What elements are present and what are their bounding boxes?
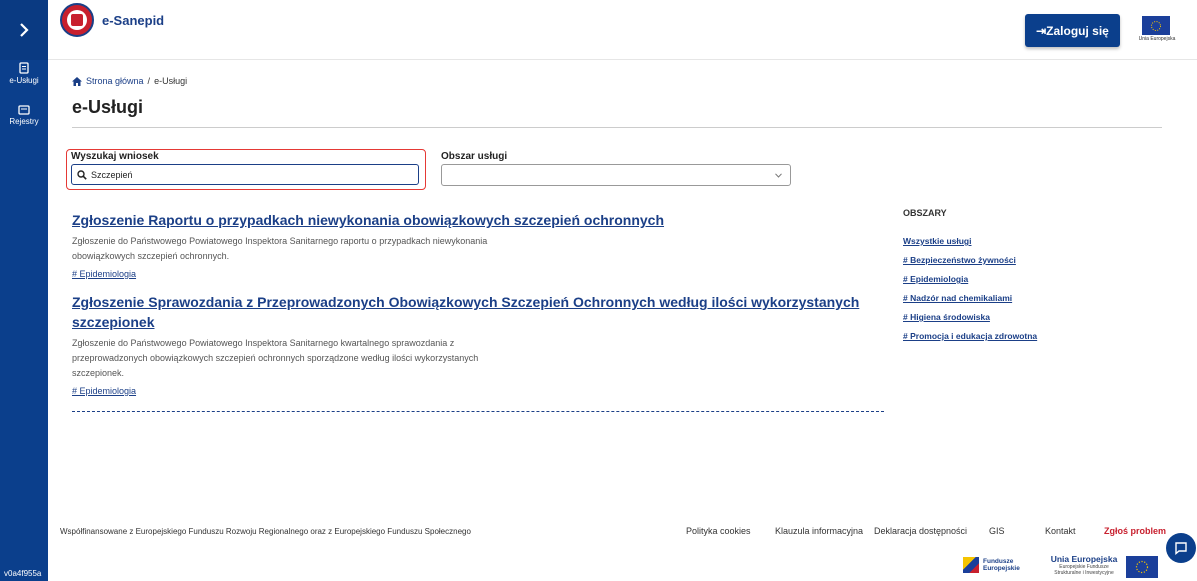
area-link-all[interactable]: Wszystkie usługi	[903, 232, 1103, 251]
sidebar-item-e-uslugi[interactable]: e-Usługi	[0, 62, 48, 85]
footer-link-gis[interactable]: GIS	[989, 526, 1005, 536]
eagle-icon	[67, 10, 87, 30]
area-link-chemicals[interactable]: # Nadzór nad chemikaliami	[903, 289, 1103, 308]
sidebar-item-label: Rejestry	[9, 117, 39, 126]
area-link-food-safety[interactable]: # Bezpieczeństwo żywności	[903, 251, 1103, 270]
footer-link-information-clause[interactable]: Klauzula informacyjna	[775, 526, 863, 536]
sidebar: e-Usługi Rejestry v0a4f955a	[0, 0, 48, 581]
european-funds-logo: Fundusze Europejskie	[963, 557, 1020, 573]
result-item: Zgłoszenie Raportu o przypadkach niewyko…	[72, 210, 892, 282]
footer-link-accessibility[interactable]: Deklaracja dostępności	[874, 526, 967, 536]
areas-panel: OBSZARY Wszystkie usługi # Bezpieczeństw…	[903, 208, 1103, 346]
eu-flag-icon	[1142, 16, 1170, 35]
chat-button[interactable]	[1166, 533, 1196, 563]
version-label: v0a4f955a	[4, 569, 42, 578]
eu-flag-icon	[1126, 556, 1158, 578]
search-label: Wyszukaj wniosek	[71, 151, 159, 162]
footer-link-cookies[interactable]: Polityka cookies	[686, 526, 751, 536]
sidebar-toggle-button[interactable]	[0, 0, 48, 60]
area-link-environment[interactable]: # Higiena środowiska	[903, 308, 1103, 327]
brand-name[interactable]: e-Sanepid	[102, 13, 164, 28]
folder-icon	[18, 105, 30, 115]
home-icon	[72, 76, 82, 86]
areas-heading: OBSZARY	[903, 208, 947, 218]
search-field[interactable]	[71, 164, 419, 185]
chat-icon	[1175, 542, 1187, 555]
area-filter-select[interactable]	[441, 164, 791, 186]
login-button[interactable]: ⇥Zaloguj się	[1025, 14, 1120, 47]
results-divider	[72, 411, 884, 412]
result-tag-link[interactable]: # Epidemiologia	[72, 386, 136, 396]
result-description: Zgłoszenie do Państwowego Powiatowego In…	[72, 338, 479, 378]
document-icon	[19, 62, 29, 74]
result-tag-link[interactable]: # Epidemiologia	[72, 269, 136, 279]
eu-funds-logo: Unia Europejska Europejskie Fundusze Str…	[1050, 554, 1118, 576]
breadcrumb-home-link[interactable]: Strona główna	[86, 76, 144, 86]
eu-label: Unia Europejska	[1138, 36, 1176, 42]
breadcrumb-current: e-Usługi	[154, 76, 188, 86]
result-description: Zgłoszenie do Państwowego Powiatowego In…	[72, 236, 488, 261]
area-filter-label: Obszar usługi	[441, 151, 508, 162]
sidebar-item-rejestry[interactable]: Rejestry	[0, 104, 48, 126]
search-input[interactable]	[91, 169, 391, 180]
result-title-link[interactable]: Zgłoszenie Sprawozdania z Przeprowadzony…	[72, 292, 892, 332]
chevron-down-icon	[775, 172, 782, 178]
title-divider	[72, 127, 1162, 128]
footer-link-contact[interactable]: Kontakt	[1045, 526, 1076, 536]
breadcrumb: Strona główna / e-Usługi	[72, 76, 187, 86]
area-link-health-promotion[interactable]: # Promocja i edukacja zdrowotna	[903, 327, 1103, 346]
chevron-right-icon	[20, 23, 29, 37]
footer-link-report-problem[interactable]: Zgłoś problem	[1104, 526, 1166, 536]
breadcrumb-separator: /	[147, 76, 151, 86]
area-link-epidemiology[interactable]: # Epidemiologia	[903, 270, 1103, 289]
sanepid-logo[interactable]	[60, 3, 94, 37]
top-header: e-Sanepid ⇥Zaloguj się Unia Europejska	[48, 0, 1197, 60]
page-title: e-Usługi	[72, 97, 144, 117]
european-funds-icon	[963, 557, 979, 573]
search-icon	[77, 169, 87, 180]
cofinanced-text: Współfinansowane z Europejskiego Fundusz…	[60, 527, 471, 536]
result-title-link[interactable]: Zgłoszenie Raportu o przypadkach niewyko…	[72, 210, 892, 230]
result-item: Zgłoszenie Sprawozdania z Przeprowadzony…	[72, 292, 892, 399]
sidebar-item-label: e-Usługi	[9, 76, 39, 85]
